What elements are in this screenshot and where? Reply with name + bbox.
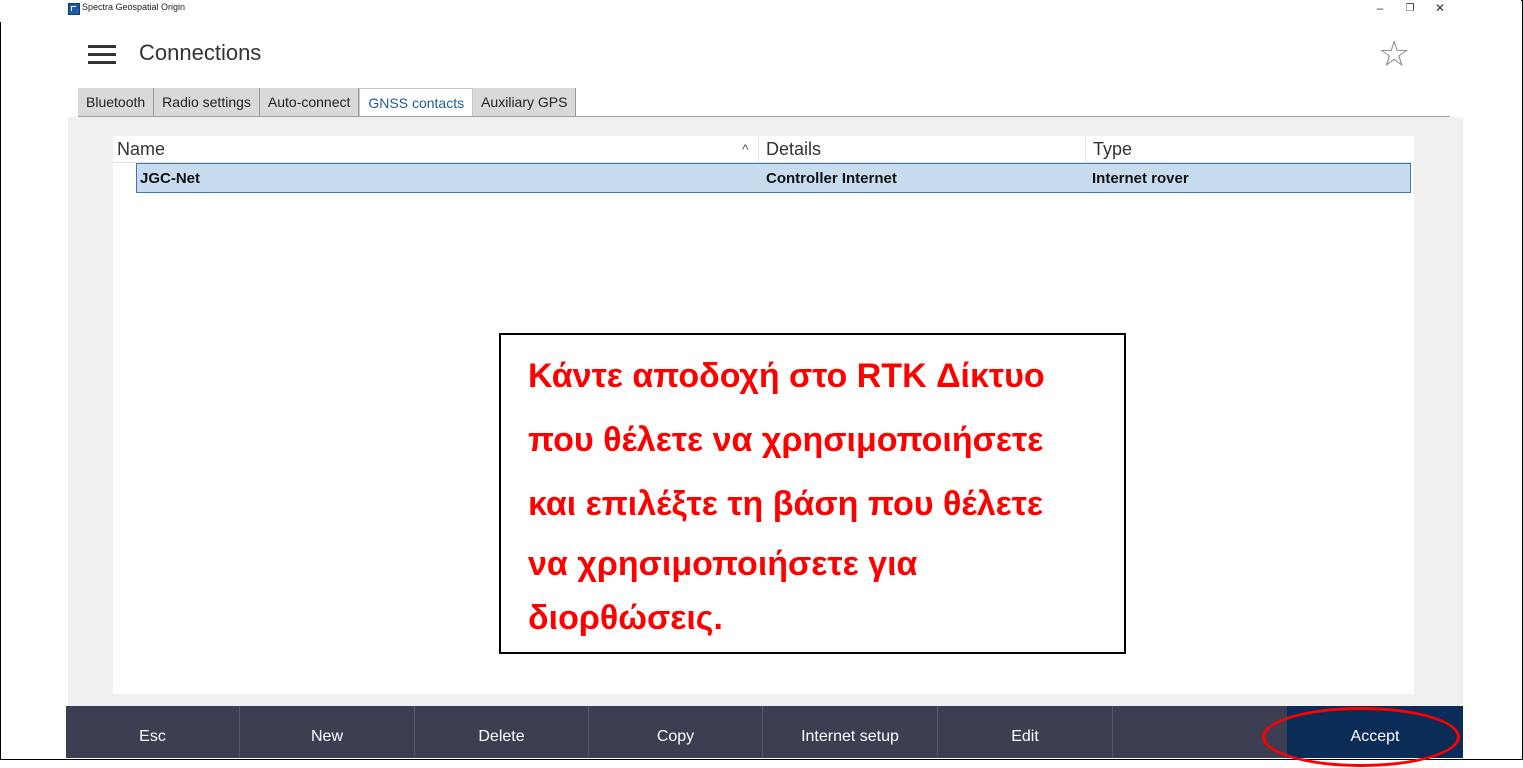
tab-gnss-contacts[interactable]: GNSS contacts — [359, 88, 474, 116]
cell-details: Controller Internet — [766, 170, 897, 187]
edit-button[interactable]: Edit — [938, 706, 1112, 758]
tab-bar: Bluetooth Radio settings Auto-connect GN… — [78, 88, 577, 116]
page-title: Connections — [139, 40, 262, 65]
tab-radio-settings[interactable]: Radio settings — [154, 88, 260, 116]
column-divider[interactable] — [1085, 136, 1086, 162]
instruction-callout: Κάντε αποδοχή στο RTK Δίκτυο που θέλετε … — [499, 333, 1126, 654]
favorite-star-icon[interactable]: ☆ — [1378, 34, 1410, 74]
maximize-button[interactable]: ❐ — [1400, 3, 1420, 14]
bottom-action-bar: Esc New Delete Copy Internet setup Edit … — [66, 706, 1463, 758]
menu-icon[interactable] — [88, 45, 116, 65]
esc-button[interactable]: Esc — [66, 706, 239, 758]
window-title: Spectra Geospatial Origin — [82, 2, 186, 12]
table-header: Name ^ Details Type — [113, 136, 1414, 163]
cell-type: Internet rover — [1092, 170, 1189, 187]
copy-button[interactable]: Copy — [589, 706, 762, 758]
close-button[interactable]: ✕ — [1430, 1, 1450, 15]
table-row[interactable]: JGC-Net Controller Internet Internet rov… — [136, 163, 1411, 193]
cell-name: JGC-Net — [140, 170, 201, 187]
callout-line: Κάντε αποδοχή στο RTK Δίκτυο — [528, 357, 1045, 395]
accept-button[interactable]: Accept — [1287, 706, 1463, 758]
tab-bluetooth[interactable]: Bluetooth — [78, 88, 155, 116]
callout-line: και επιλέξτε τη βάση που θέλετε — [528, 485, 1044, 523]
minimize-button[interactable]: – — [1370, 1, 1390, 15]
app-logo-icon — [68, 3, 80, 15]
callout-line: να χρησιμοποιήσετε για — [528, 545, 918, 583]
column-header-type[interactable]: Type — [1093, 139, 1132, 160]
tab-auto-connect[interactable]: Auto-connect — [259, 88, 360, 116]
delete-button[interactable]: Delete — [415, 706, 588, 758]
new-button[interactable]: New — [240, 706, 414, 758]
title-bar: Spectra Geospatial Origin – ❐ ✕ — [0, 0, 1521, 22]
sort-ascending-icon: ^ — [742, 141, 749, 157]
empty-softkey — [1113, 706, 1286, 758]
column-divider[interactable] — [758, 136, 759, 162]
callout-line: διορθώσεις. — [528, 599, 723, 637]
internet-setup-button[interactable]: Internet setup — [763, 706, 937, 758]
callout-line: που θέλετε να χρησιμοποιήσετε — [528, 421, 1044, 459]
column-header-details[interactable]: Details — [766, 139, 821, 160]
column-header-name[interactable]: Name — [117, 139, 165, 160]
tab-auxiliary-gps[interactable]: Auxiliary GPS — [473, 88, 577, 116]
